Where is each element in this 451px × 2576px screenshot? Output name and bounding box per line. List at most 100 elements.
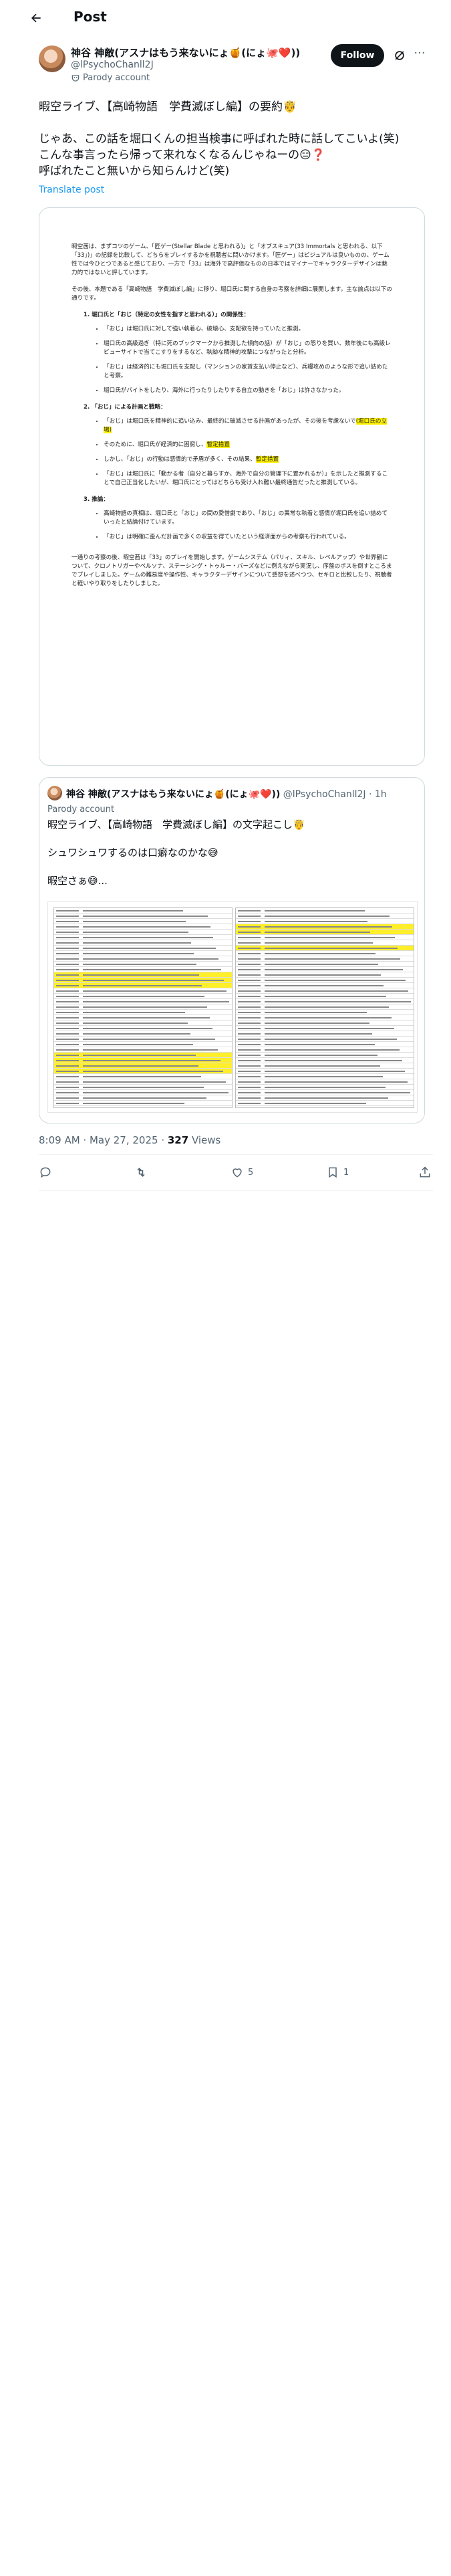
transcript-row [236,908,414,914]
list-item: そのために、堀口氏が経済的に困窮し、暫定措置 [104,441,392,449]
heart-icon [231,1166,244,1179]
transcript-row [54,988,232,994]
transcript-row [236,1037,414,1042]
page-title: Post [73,9,107,25]
translate-post-link[interactable]: Translate post [39,185,104,195]
parody-label: Parody account [83,73,150,83]
transcript-row [236,935,414,940]
doc-intro: 暇空茜は、まずコツのゲーム、「匠ゲー(Stellar Blade と思われる)」… [71,243,390,276]
post-author: 神谷 神敵(アスナはもう来ないにょ🍯(にょ🐙❤️)) @lPsychoChanl… [39,43,433,90]
transcript-row [54,999,232,1004]
transcript-row [236,914,414,919]
transcript-row [54,1010,232,1015]
transcript-row [54,1095,232,1101]
transcript-row [236,1026,414,1031]
views-label: Views [188,1134,221,1146]
grok-icon[interactable] [393,49,406,62]
transcript-row [54,1085,232,1090]
list-item: 堀口氏の高級過ぎ（特に死のブックマークから推測した傾向の話）が「おじ」の怒りを買… [104,340,392,357]
top-bar: Post [0,0,451,35]
transcript-row [54,940,232,946]
transcript-row [54,983,232,988]
post-text: 暇空ライブ、【高崎物語 学費滅ぼし編】の要約🤴 じゃあ、この話を堀口くんの担当検… [39,100,400,178]
transcript-row [236,962,414,967]
doc-section-2-title: 2. 「おじ」による計画と戦略： [84,404,166,411]
repost-button[interactable] [134,1162,152,1182]
quoted-author-handle: @lPsychoChanll2J [283,789,366,800]
transcript-row [54,956,232,962]
bookmark-button[interactable]: 1 [326,1162,349,1182]
list-item: しかし、「おじ」の行動は感情的で矛盾が多く、その結果、暫定措置 [104,455,392,464]
transcript-row [236,951,414,956]
transcript-row [54,1053,232,1058]
share-icon [418,1166,432,1179]
transcript-row [236,1090,414,1095]
transcript-row [236,967,414,972]
transcript-row [54,1031,232,1037]
transcript-row [236,1074,414,1079]
transcript-row [54,978,232,983]
author-name[interactable]: 神谷 神敵(アスナはもう来ないにょ🍯(にょ🐙❤️)) [71,45,300,60]
transcript-column-right [235,907,414,1108]
transcript-row [236,956,414,962]
list-item: 「おじ」は経済的にも堀口氏を支配し（マンションの家賃支払い停止など）、兵糧攻めの… [104,363,392,381]
transcript-row [54,1069,232,1074]
transcript-row [54,1026,232,1031]
transcript-row [54,914,232,919]
action-bar: 5 1 [39,1162,433,1182]
transcript-row [54,1004,232,1010]
list-item: 「おじ」は堀口氏を精神的に追い込み、最終的に破滅させる計画があったが、その後を考… [104,417,392,435]
transcript-row [54,1090,232,1095]
repost-icon [134,1166,148,1179]
doc-section-1-list: 「おじ」は堀口氏に対して強い執着心、破壊心、支配欲を持っていたと推測。 堀口氏の… [104,325,392,395]
reply-icon [39,1166,52,1179]
transcript-row [236,946,414,951]
list-item: 「おじ」は明確に歪んだ計画で多くの収益を得ていたという経済面からの考察も行われて… [104,533,392,542]
like-button[interactable]: 5 [231,1162,253,1182]
doc-section-2-list: 「おじ」は堀口氏を精神的に追い込み、最終的に破滅させる計画があったが、その後を考… [104,417,392,488]
divider [39,1154,433,1155]
transcript-row [236,1058,414,1063]
transcript-row [54,994,232,999]
transcript-row [54,935,232,940]
transcript-row [236,988,414,994]
transcript-row [54,1047,232,1053]
transcript-row [236,1053,414,1058]
list-item: 「おじ」は堀口氏に対して強い執着心、破壊心、支配欲を持っていたと推測。 [104,325,392,334]
quoted-author-name: 神谷 神敵(アスナはもう来ないにょ🍯(にょ🐙❤️)) [66,789,281,800]
author-handle[interactable]: @lPsychoChanll2J [71,60,154,70]
transcript-row [236,994,414,999]
share-button[interactable] [418,1162,432,1182]
post-timestamp[interactable]: 8:09 AM · May 27, 2025 [39,1134,158,1146]
transcript-row [54,962,232,967]
quoted-post[interactable]: 神谷 神敵(アスナはもう来ないにょ🍯(にょ🐙❤️)) @lPsychoChanl… [39,777,425,1123]
bookmark-count: 1 [343,1167,349,1178]
transcript-row [54,1101,232,1106]
transcript-column-left [53,907,233,1108]
transcript-row [54,1042,232,1047]
doc-section-1-title: 1. 堀口氏と「おじ（特定の女性を指すと思われる）」の関係性： [84,312,250,318]
quoted-avatar [47,786,62,800]
more-options-icon[interactable]: ··· [412,47,428,63]
follow-button[interactable]: Follow [331,44,384,67]
post-image-document[interactable]: 暇空茜は、まずコツのゲーム、「匠ゲー(Stellar Blade と思われる)」… [39,207,425,766]
highlight: 暫定措置 [206,441,230,448]
bookmark-icon [326,1166,339,1179]
list-item: 高崎物語の真相は、堀口氏と「おじ」の間の愛憎劇であり、「おじ」の異常な執着と感情… [104,510,392,527]
quoted-text: 暇空ライブ、【高崎物語 学費滅ぼし編】の文字起こし🤴 シュワシュワするのは口癖な… [47,819,305,887]
reply-button[interactable] [39,1162,56,1182]
transcript-row [236,1015,414,1021]
transcript-row [236,1021,414,1026]
post-meta: 8:09 AM · May 27, 2025 · 327 Views [39,1134,221,1146]
transcript-row [54,1063,232,1069]
transcript-row [54,1021,232,1026]
avatar[interactable] [39,45,65,72]
transcript-row [54,972,232,978]
transcript-row [236,983,414,988]
transcript-row [236,1010,414,1015]
transcript-row [54,946,232,951]
transcript-row [236,940,414,946]
transcript-row [54,1015,232,1021]
back-arrow-icon[interactable] [28,10,44,26]
transcript-row [236,972,414,978]
